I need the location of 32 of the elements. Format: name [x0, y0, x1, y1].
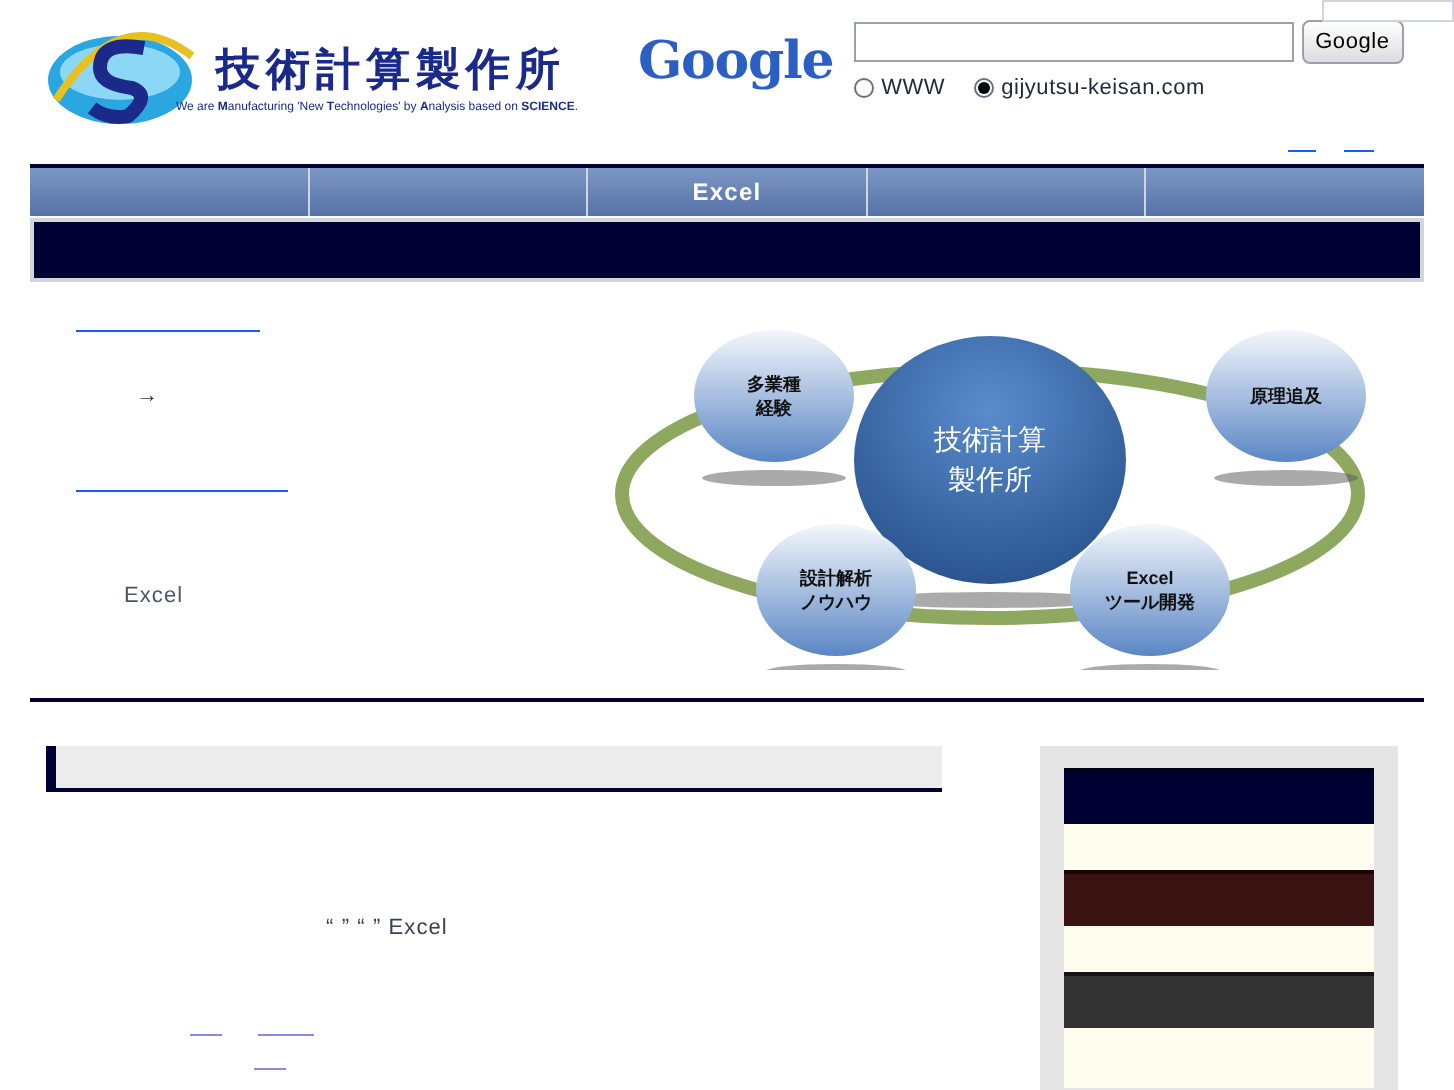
node-label: 経験	[756, 398, 792, 418]
link-line[interactable]	[258, 1033, 314, 1035]
node-label: 技術計算	[934, 423, 1046, 456]
logo-title: 技術計算製作所	[216, 41, 568, 99]
radio-button[interactable]	[973, 78, 994, 99]
google-logo: Google	[638, 30, 834, 96]
link-line[interactable]	[254, 1067, 286, 1069]
node-label: Excel	[1126, 568, 1174, 588]
nav-tab[interactable]	[867, 168, 1147, 216]
nav-tab[interactable]	[30, 168, 310, 216]
search-field[interactable]	[853, 22, 1294, 62]
radio-button[interactable]	[853, 78, 874, 99]
node-label: 原理追及	[1250, 386, 1322, 406]
nav-tab[interactable]	[309, 168, 589, 216]
radio-label: WWW	[881, 74, 946, 104]
node-label: 製作所	[948, 463, 1032, 496]
link-line[interactable]	[1287, 149, 1316, 151]
node-label: 多業種	[747, 374, 801, 394]
nav-tab[interactable]: Excel	[588, 168, 868, 216]
node-label: ツール開発	[1105, 592, 1195, 612]
link-line[interactable]	[1343, 149, 1374, 151]
note-text: Excel	[124, 581, 186, 611]
search-button[interactable]: Google	[1301, 20, 1404, 64]
radio-label: gijyutsu-keisan.com	[1001, 74, 1205, 104]
node-label: 設計解析	[800, 568, 872, 588]
nav-tab[interactable]	[1146, 168, 1424, 216]
node-label: ノウハウ	[800, 592, 872, 612]
quote-text: “ ” “ ” Excel	[326, 914, 450, 944]
link-line[interactable]	[190, 1033, 222, 1035]
link-line[interactable]	[76, 489, 288, 491]
top-corner-field[interactable]	[1322, 0, 1454, 22]
arrow-text: →	[136, 382, 160, 412]
